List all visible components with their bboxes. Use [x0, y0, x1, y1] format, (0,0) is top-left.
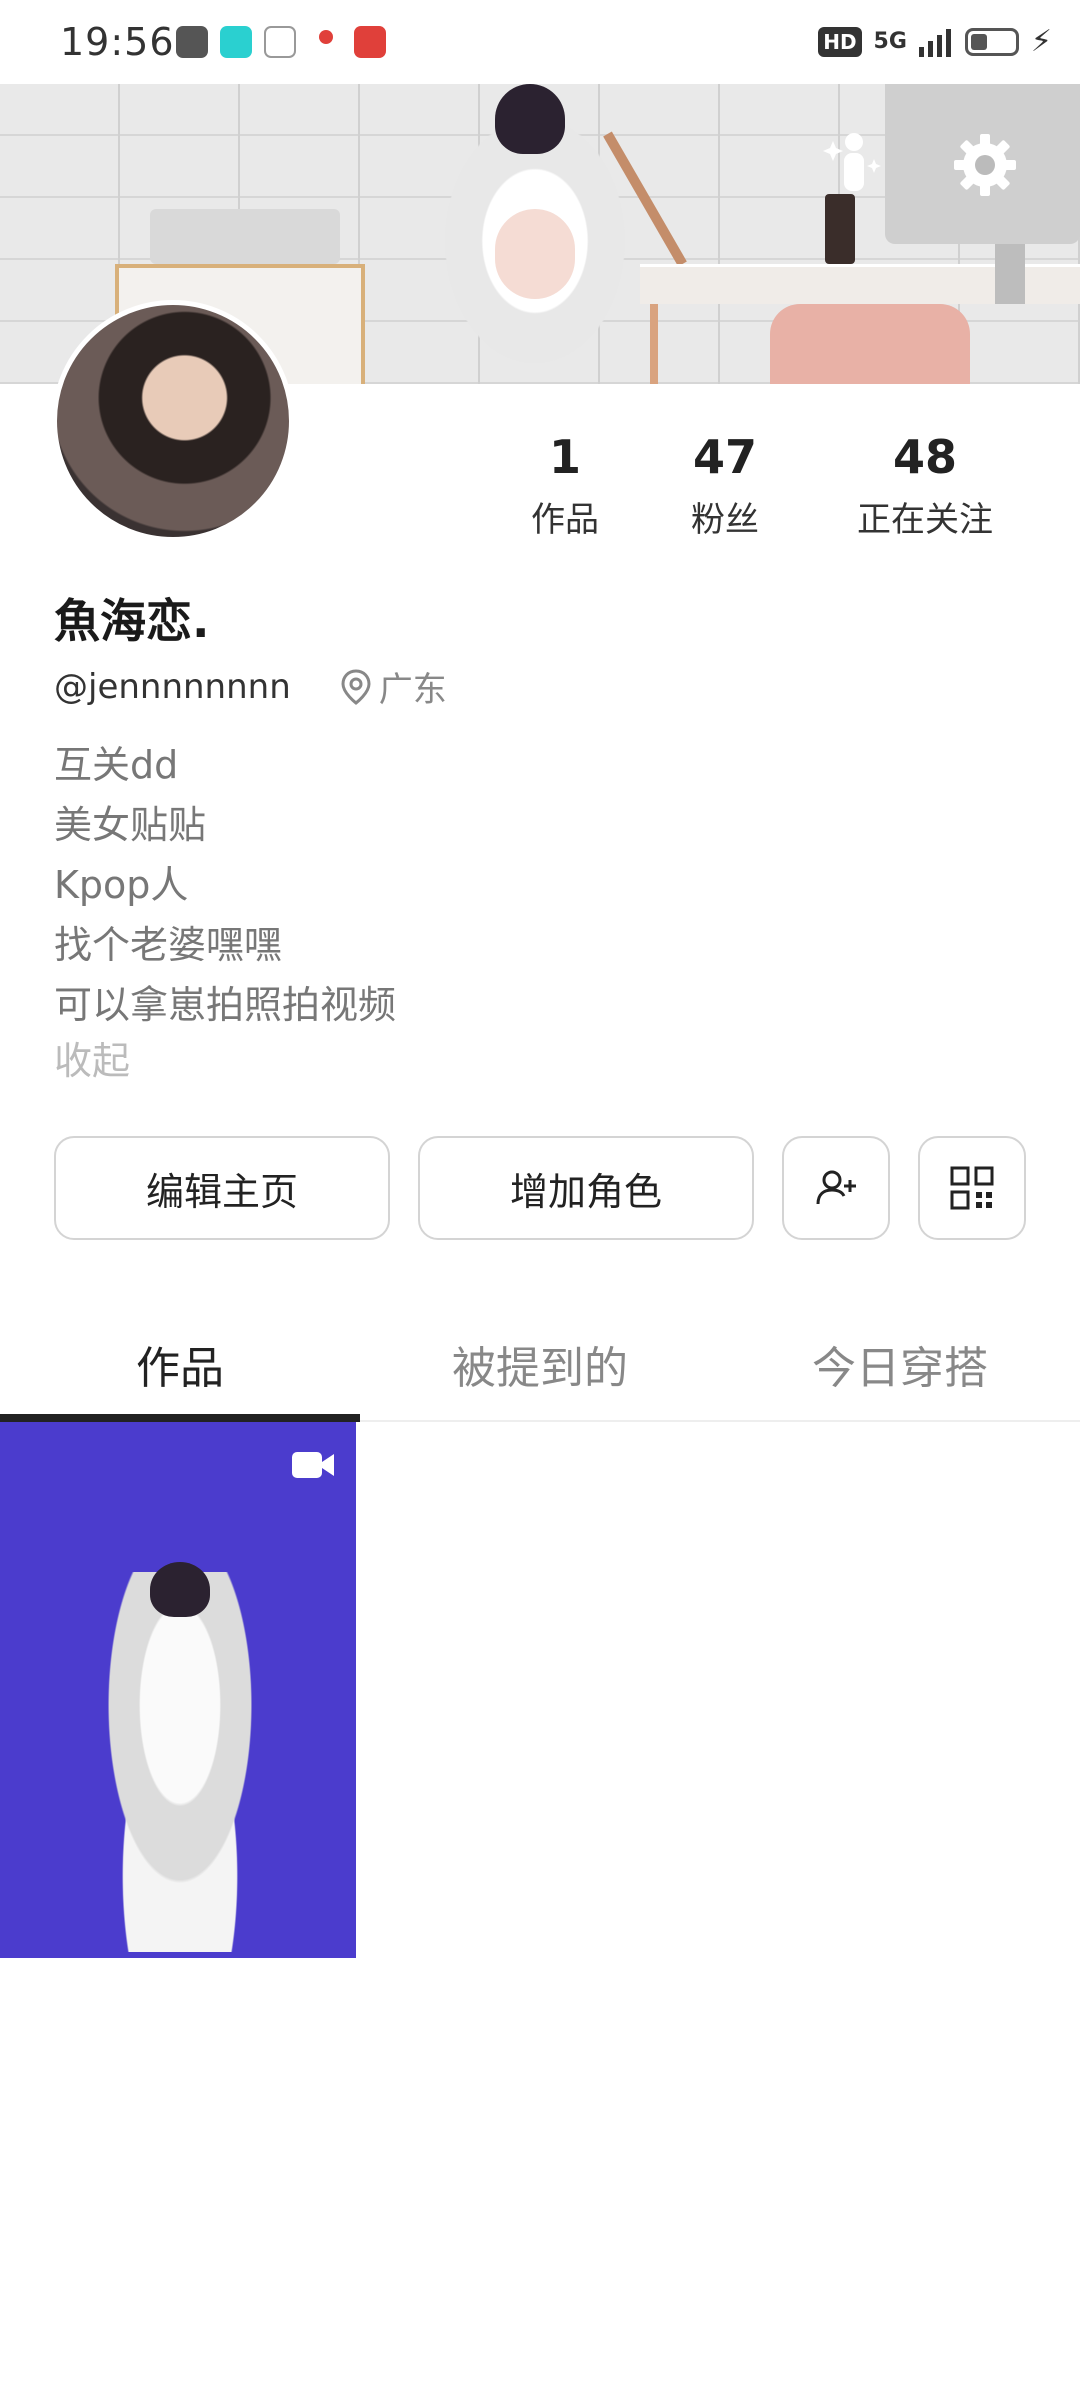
add-friend-button[interactable] — [782, 1136, 890, 1240]
gear-icon[interactable] — [950, 130, 1020, 200]
profile-bio: 互关dd 美女贴贴 Kpop人 找个老婆嘿嘿 可以拿崽拍照拍视频 — [54, 735, 396, 1035]
stat-works[interactable]: 1 作品 — [500, 430, 630, 541]
tab-works[interactable]: 作品 — [0, 1300, 360, 1422]
location: 广东 — [341, 662, 447, 711]
notification-app-icon — [310, 26, 342, 58]
stat-value: 47 — [692, 430, 757, 484]
profile-name: 魚海恋. — [54, 594, 210, 648]
battery-icon — [964, 27, 1019, 56]
post-thumbnail[interactable] — [0, 1422, 356, 1958]
cat-figure — [150, 1562, 210, 1617]
collapse-bio-link[interactable]: 收起 — [54, 1030, 130, 1085]
charging-icon: ⚡ — [1030, 24, 1052, 59]
status-bar: 19:56 HD 5G ⚡ — [0, 0, 1080, 84]
cat-figure — [495, 84, 565, 154]
add-friend-icon — [816, 1170, 856, 1205]
stat-followers[interactable]: 47 粉丝 — [630, 430, 820, 541]
qr-code-button[interactable] — [918, 1136, 1026, 1240]
notification-app-icon — [220, 26, 252, 58]
bio-line: 美女贴贴 — [54, 803, 207, 847]
bio-line: Kpop人 — [54, 863, 189, 907]
avatar-figure-icon[interactable] — [822, 128, 882, 198]
notification-app-icon — [264, 26, 296, 58]
tab-today-outfit[interactable]: 今日穿搭 — [720, 1300, 1080, 1420]
signal-bars-icon — [918, 28, 951, 57]
bio-line: 互关dd — [54, 743, 179, 787]
hd-badge: HD — [818, 26, 862, 57]
profile-tabs: 作品 被提到的 今日穿搭 — [0, 1300, 1080, 1422]
location-pin-icon — [341, 668, 371, 705]
stat-label: 正在关注 — [857, 500, 993, 540]
profile-stats: 1 作品 47 粉丝 48 正在关注 — [500, 430, 1060, 541]
stat-label: 粉丝 — [691, 500, 759, 540]
bio-line: 找个老婆嘿嘿 — [54, 923, 283, 967]
signal-indicator: 5G — [873, 28, 907, 54]
status-time: 19:56 — [60, 20, 175, 64]
notification-app-icon — [176, 26, 208, 58]
profile-avatar[interactable] — [52, 300, 294, 542]
qr-code-icon — [950, 1166, 994, 1210]
location-text: 广东 — [378, 670, 447, 710]
avatar-doll — [80, 1572, 280, 1952]
add-role-button[interactable]: 增加角色 — [418, 1136, 754, 1240]
bio-line: 可以拿崽拍照拍视频 — [54, 983, 397, 1027]
stat-value: 48 — [892, 430, 957, 484]
stat-label: 作品 — [531, 500, 599, 540]
profile-handle[interactable]: @jennnnnnnn — [54, 667, 291, 707]
edit-profile-button[interactable]: 编辑主页 — [54, 1136, 390, 1240]
stat-value: 1 — [548, 430, 581, 484]
notification-app-icon — [354, 26, 386, 58]
stat-following[interactable]: 48 正在关注 — [820, 430, 1030, 541]
video-camera-icon — [292, 1452, 334, 1478]
tab-mentioned[interactable]: 被提到的 — [360, 1300, 720, 1420]
handle-row: @jennnnnnnn 广东 — [54, 662, 447, 711]
